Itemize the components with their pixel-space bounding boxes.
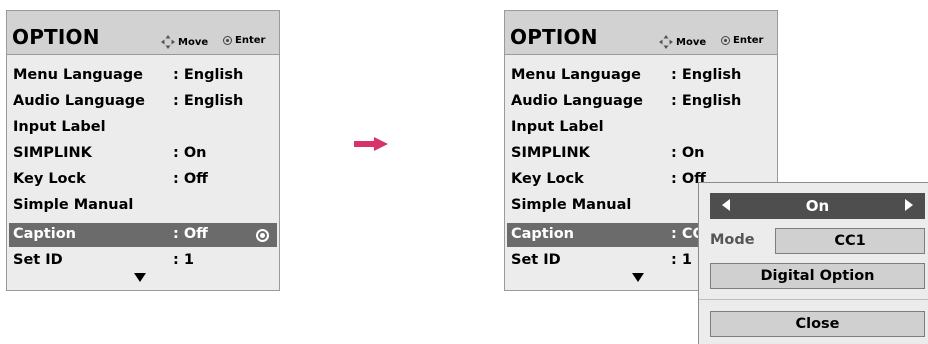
menu-item-simple-manual[interactable]: Simple Manual <box>9 194 277 218</box>
menu-item-value: : Off <box>173 171 208 187</box>
menu-item-set-id[interactable]: Set ID : 1 <box>9 249 277 273</box>
mode-label: Mode <box>710 232 755 248</box>
menu-item-value: : English <box>173 93 244 109</box>
menu-item-label: Audio Language <box>511 93 643 109</box>
menu-item-value: : English <box>671 93 742 109</box>
move-hint: Move <box>161 35 208 49</box>
menu-header: OPTION Move Enter <box>505 11 777 55</box>
scroll-down-icon[interactable] <box>632 273 644 282</box>
menu-item-menu-language[interactable]: Menu Language : English <box>507 64 775 88</box>
enter-hint-label: Enter <box>733 35 764 46</box>
menu-item-label: Input Label <box>13 119 106 135</box>
menu-item-label: Audio Language <box>13 93 145 109</box>
menu-item-label: Caption <box>511 226 574 242</box>
menu-item-key-lock[interactable]: Key Lock : Off <box>9 168 277 192</box>
menu-title: OPTION <box>510 25 598 49</box>
menu-item-input-label[interactable]: Input Label <box>9 116 277 140</box>
menu-item-input-label[interactable]: Input Label <box>507 116 775 140</box>
digital-option-button[interactable]: Digital Option <box>710 263 925 289</box>
enter-icon <box>256 229 269 242</box>
menu-item-label: Set ID <box>13 252 63 268</box>
scroll-down-icon[interactable] <box>134 273 146 282</box>
menu-item-label: SIMPLINK <box>13 145 92 161</box>
menu-item-label: Input Label <box>511 119 604 135</box>
menu-item-label: Caption <box>13 226 76 242</box>
move-arrows-icon <box>161 35 175 49</box>
menu-item-value: : English <box>671 67 742 83</box>
move-hint-label: Move <box>676 36 707 48</box>
menu-item-label: Menu Language <box>13 67 144 83</box>
right-arrow-icon[interactable] <box>905 199 913 211</box>
divider <box>699 299 928 300</box>
menu-header: OPTION Move Enter <box>7 11 279 55</box>
menu-item-value: : English <box>173 67 244 83</box>
menu-item-label: Set ID <box>511 252 561 268</box>
menu-item-audio-language[interactable]: Audio Language : English <box>507 90 775 114</box>
menu-item-value: : On <box>671 145 705 161</box>
transition-arrow-icon <box>354 137 388 151</box>
menu-item-value: : 1 <box>671 252 692 268</box>
menu-item-audio-language[interactable]: Audio Language : English <box>9 90 277 114</box>
enter-hint: Enter <box>721 35 763 46</box>
enter-icon <box>223 36 232 45</box>
close-button[interactable]: Close <box>710 311 925 337</box>
enter-icon <box>721 36 730 45</box>
menu-item-caption[interactable]: Caption : Off <box>9 223 277 247</box>
menu-item-value: : On <box>173 145 207 161</box>
move-arrows-icon <box>659 35 673 49</box>
option-menu-left: OPTION Move Enter Menu Language : Englis… <box>6 10 280 291</box>
menu-item-value: : 1 <box>173 252 194 268</box>
menu-title: OPTION <box>12 25 100 49</box>
caption-selector[interactable]: On <box>710 193 925 219</box>
caption-selector-value: On <box>805 197 830 215</box>
menu-item-label: Simple Manual <box>511 197 632 213</box>
menu-item-simplink[interactable]: SIMPLINK : On <box>9 142 277 166</box>
caption-popup: On Mode CC1 Digital Option Close <box>698 182 928 344</box>
move-hint-label: Move <box>178 36 209 48</box>
menu-item-label: Simple Manual <box>13 197 134 213</box>
menu-item-simplink[interactable]: SIMPLINK : On <box>507 142 775 166</box>
enter-hint: Enter <box>223 35 265 46</box>
menu-item-label: Key Lock <box>511 171 584 187</box>
mode-select[interactable]: CC1 <box>775 228 925 254</box>
menu-item-value: : Off <box>173 226 208 242</box>
enter-hint-label: Enter <box>235 35 266 46</box>
move-hint: Move <box>659 35 706 49</box>
menu-item-menu-language[interactable]: Menu Language : English <box>9 64 277 88</box>
menu-item-label: SIMPLINK <box>511 145 590 161</box>
menu-item-label: Menu Language <box>511 67 642 83</box>
menu-item-label: Key Lock <box>13 171 86 187</box>
